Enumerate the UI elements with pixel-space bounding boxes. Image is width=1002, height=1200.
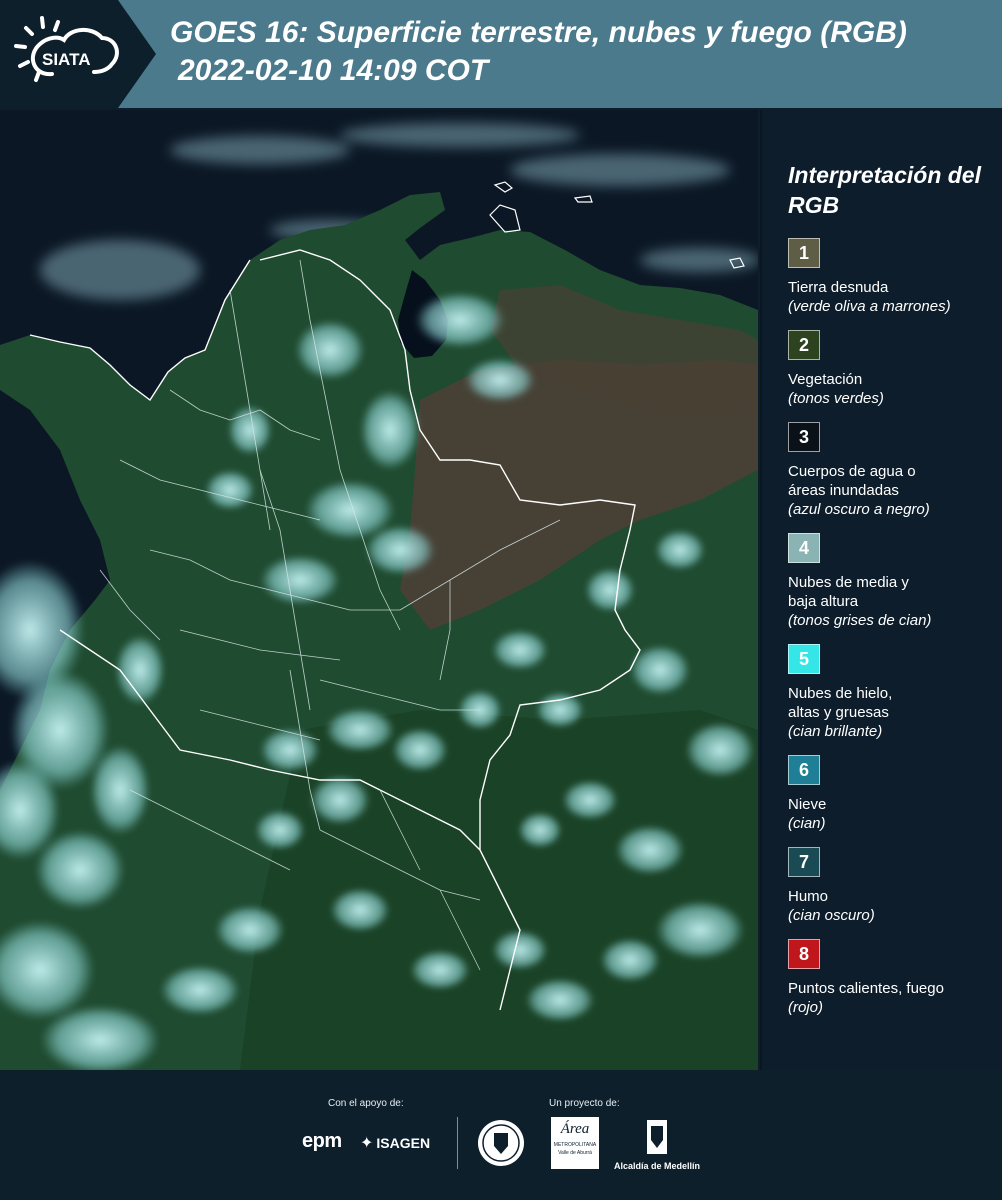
- legend-description: (cian oscuro): [788, 907, 875, 924]
- isagen-star-icon: ✦: [360, 1135, 374, 1152]
- page-subtitle-datetime: 2022-02-10 14:09 COT: [178, 54, 489, 87]
- legend-item: 8 Puntos calientes, fuego (rojo): [788, 939, 994, 1017]
- legend-swatch: 1: [788, 238, 820, 268]
- siata-logo-icon: SIATA: [14, 16, 119, 82]
- legend-swatch: 3: [788, 422, 820, 452]
- footer: Con el apoyo de: Un proyecto de: epm ✦ I…: [0, 1070, 1002, 1200]
- legend-description: (cian): [788, 815, 826, 832]
- footer-divider: [457, 1117, 458, 1169]
- legend-swatch: 2: [788, 330, 820, 360]
- legend-label: Nubes de media y baja altura: [788, 574, 909, 610]
- seal-icon: [478, 1120, 524, 1166]
- legend-label: Vegetación: [788, 371, 863, 388]
- legend-label: Nubes de hielo, altas y gruesas: [788, 685, 893, 721]
- legend-item: 1 Tierra desnuda (verde oliva a marrones): [788, 238, 994, 316]
- legend-description: (tonos verdes): [788, 390, 884, 407]
- medellin-seal-logo[interactable]: [476, 1118, 526, 1168]
- area-metropolitana-logo[interactable]: Área METROPOLITANA Valle de Aburrá: [551, 1117, 599, 1169]
- isagen-logo[interactable]: ✦ ISAGEN: [360, 1133, 430, 1153]
- legend-items: 1 Tierra desnuda (verde oliva a marrones) 2…: [788, 238, 994, 1017]
- legend-swatch: 7: [788, 847, 820, 877]
- legend-label: Nieve: [788, 796, 827, 813]
- alcaldia-logo[interactable]: Alcaldía de Medellín: [612, 1118, 702, 1171]
- map-legend-separator: [760, 110, 762, 1070]
- satellite-map[interactable]: [0, 110, 758, 1070]
- area-logo-text: Área: [560, 1121, 590, 1137]
- legend-item: 7 Humo (cian oscuro): [788, 847, 994, 925]
- rgb-legend: Interpretación del RGB 1 Tierra desnuda (v…: [788, 160, 994, 1031]
- isagen-logo-text: ISAGEN: [376, 1135, 431, 1151]
- legend-swatch: 8: [788, 939, 820, 969]
- epm-logo[interactable]: epm: [302, 1130, 342, 1153]
- legend-description: (tonos grises de cian): [788, 612, 932, 629]
- legend-item: 2 Vegetación (tonos verdes): [788, 330, 994, 408]
- legend-label: Puntos calientes, fuego: [788, 980, 944, 997]
- siata-logo[interactable]: SIATA: [12, 10, 130, 98]
- legend-item: 5 Nubes de hielo, altas y gruesas (cian br…: [788, 644, 994, 741]
- amazon-forest: [240, 710, 758, 1070]
- support-caption: Con el apoyo de:: [328, 1098, 404, 1109]
- project-caption: Un proyecto de:: [549, 1098, 620, 1109]
- legend-swatch: 6: [788, 755, 820, 785]
- legend-item: 3 Cuerpos de agua o áreas inundadas (azul …: [788, 422, 994, 519]
- legend-title: Interpretación del RGB: [788, 162, 981, 218]
- alcaldia-shield-icon: [647, 1120, 667, 1154]
- legend-item: 4 Nubes de media y baja altura (tonos gris…: [788, 533, 994, 630]
- legend-description: (cian brillante): [788, 723, 883, 740]
- area-logo-line3: Valle de Aburrá: [558, 1150, 592, 1156]
- legend-label: Cuerpos de agua o áreas inundadas: [788, 463, 916, 499]
- alcaldia-logo-text: Alcaldía de Medellín: [613, 1161, 701, 1171]
- legend-description: (azul oscuro a negro): [788, 501, 930, 518]
- legend-item: 6 Nieve (cian): [788, 755, 994, 833]
- satellite-rgb-image: [0, 110, 758, 1070]
- legend-description: (verde oliva a marrones): [788, 298, 951, 315]
- legend-label: Humo: [788, 888, 829, 905]
- legend-swatch: 4: [788, 533, 820, 563]
- epm-logo-text: epm: [302, 1130, 342, 1152]
- siata-logo-text: SIATA: [42, 50, 90, 69]
- legend-swatch: 5: [788, 644, 820, 674]
- area-logo-line2: METROPOLITANA: [553, 1142, 597, 1148]
- page-title: GOES 16: Superficie terrestre, nubes y f…: [170, 16, 907, 49]
- legend-label: Tierra desnuda: [788, 279, 889, 296]
- legend-description: (rojo): [788, 999, 824, 1016]
